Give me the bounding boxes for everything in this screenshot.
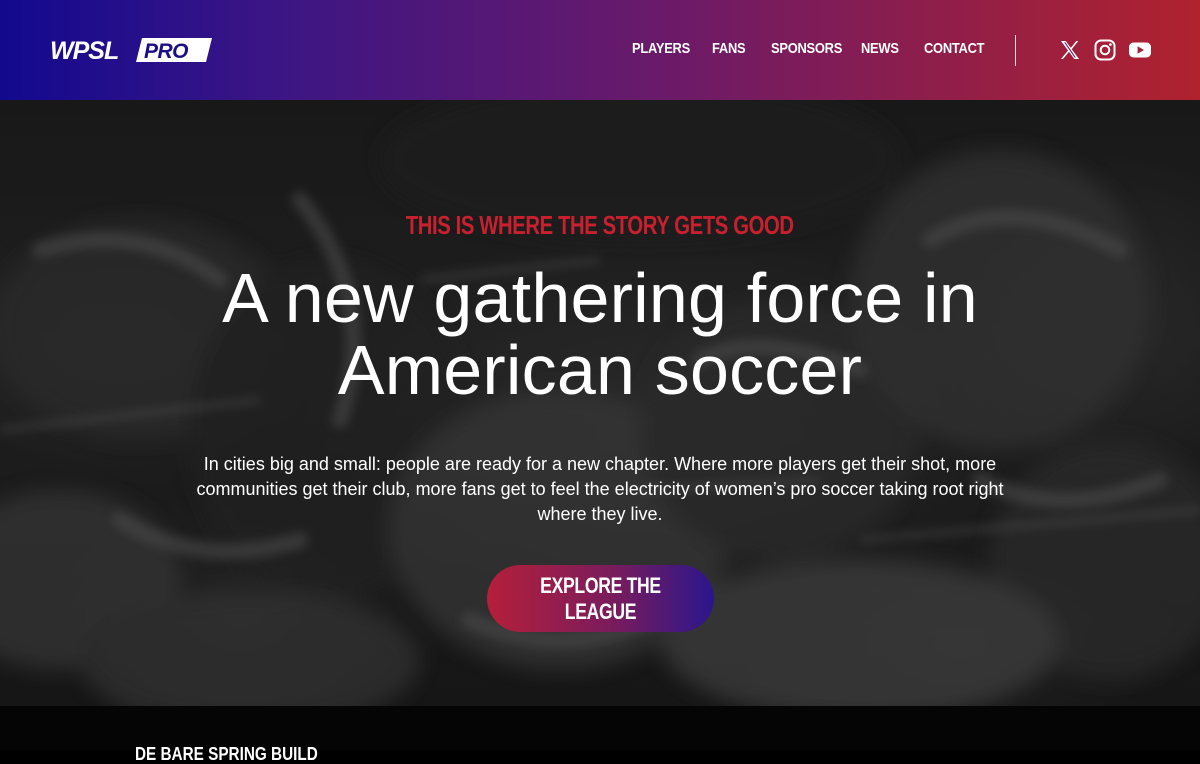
next-section-heading: DE BARE SPRING BUILD — [135, 744, 318, 764]
svg-text:PRO: PRO — [144, 40, 188, 63]
site-header: WPSL PRO PLAYERS FANS SPONSORS NEWS CONT… — [0, 0, 1200, 100]
nav-contact[interactable]: CONTACT — [924, 38, 985, 60]
hero-eyebrow: THIS IS WHERE THE STORY GETS GOOD — [406, 210, 794, 240]
hero-headline: A new gathering force in American soccer — [222, 259, 978, 409]
youtube-icon[interactable] — [1128, 39, 1152, 61]
x-icon[interactable] — [1059, 39, 1081, 61]
instagram-icon[interactable] — [1094, 39, 1116, 61]
nav-fans[interactable]: FANS — [712, 38, 746, 60]
nav-players[interactable]: PLAYERS — [632, 38, 690, 60]
next-section: DE BARE SPRING BUILD — [0, 706, 1200, 764]
wpsl-pro-logo[interactable]: WPSL PRO — [50, 36, 212, 64]
header-divider — [1015, 35, 1016, 66]
nav-sponsors[interactable]: SPONSORS — [771, 38, 842, 60]
svg-text:WPSL: WPSL — [50, 37, 118, 64]
explore-league-button[interactable]: EXPLORE THE LEAGUE — [487, 565, 714, 632]
hero-section: THIS IS WHERE THE STORY GETS GOOD A new … — [0, 100, 1200, 706]
hero-body-text: In cities big and small: people are read… — [196, 454, 1004, 524]
nav-news[interactable]: NEWS — [861, 38, 899, 60]
